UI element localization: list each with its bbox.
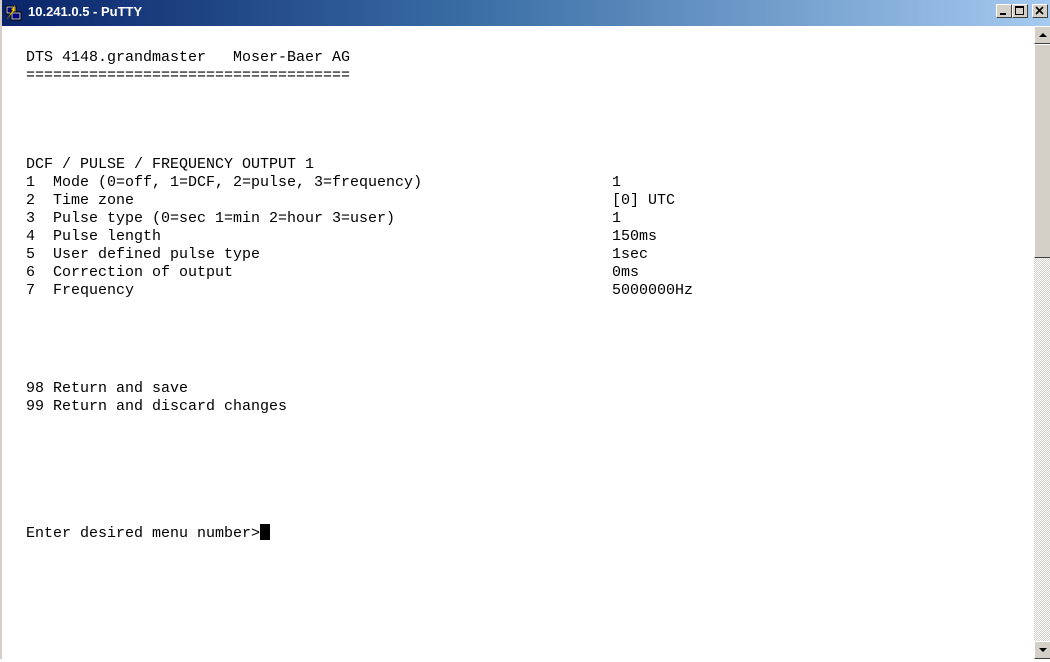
header-separator: ====================================: [26, 67, 351, 84]
minimize-icon: [1000, 13, 1006, 15]
maximize-button[interactable]: [1012, 4, 1028, 18]
setting-value-correction: 0ms: [612, 264, 640, 281]
scroll-down-button[interactable]: [1034, 641, 1050, 659]
arrow-down-icon: [1039, 648, 1047, 652]
minimize-button[interactable]: [996, 4, 1012, 18]
scrollbar-thumb[interactable]: [1034, 44, 1050, 258]
prompt-text: Enter desired menu number>: [26, 525, 261, 542]
setting-value-pulse-length: 150ms: [612, 228, 658, 245]
setting-label-mode: 1 Mode (0=off, 1=DCF, 2=pulse, 3=frequen…: [26, 174, 423, 191]
setting-value-mode: 1: [612, 174, 622, 191]
title-bar[interactable]: 10.241.0.5 - PuTTY: [2, 0, 1050, 26]
close-button[interactable]: [1032, 4, 1048, 18]
terminal-header: DTS 4148.grandmaster Moser-Baer AG: [26, 49, 351, 66]
setting-label-time-zone: 2 Time zone: [26, 192, 135, 209]
menu-option-return-save: 98 Return and save: [26, 380, 189, 397]
menu-option-return-discard: 99 Return and discard changes: [26, 398, 288, 415]
setting-value-user-pulse-type: 1sec: [612, 246, 649, 263]
setting-label-user-pulse-type: 5 User defined pulse type: [26, 246, 261, 263]
setting-value-frequency: 5000000Hz: [612, 282, 694, 299]
maximize-icon: [1015, 6, 1024, 15]
command-prompt[interactable]: Enter desired menu number>: [26, 524, 271, 543]
setting-label-pulse-type: 3 Pulse type (0=sec 1=min 2=hour 3=user): [26, 210, 396, 227]
arrow-up-icon: [1039, 33, 1047, 37]
putty-window: 10.241.0.5 - PuTTY DTS 4148.grandmaster …: [0, 0, 1050, 659]
text-cursor: [260, 524, 271, 540]
putty-icon[interactable]: [5, 4, 23, 22]
setting-label-correction: 6 Correction of output: [26, 264, 234, 281]
scroll-up-button[interactable]: [1034, 26, 1050, 44]
window-title: 10.241.0.5 - PuTTY: [28, 4, 143, 19]
setting-label-frequency: 7 Frequency: [26, 282, 135, 299]
section-title: DCF / PULSE / FREQUENCY OUTPUT 1: [26, 156, 315, 173]
setting-value-time-zone: [0] UTC: [612, 192, 676, 209]
close-icon: [1035, 6, 1044, 15]
setting-value-pulse-type: 1: [612, 210, 622, 227]
terminal-area[interactable]: DTS 4148.grandmaster Moser-Baer AG =====…: [2, 26, 1034, 659]
setting-label-pulse-length: 4 Pulse length: [26, 228, 162, 245]
vertical-scrollbar[interactable]: [1034, 26, 1050, 659]
